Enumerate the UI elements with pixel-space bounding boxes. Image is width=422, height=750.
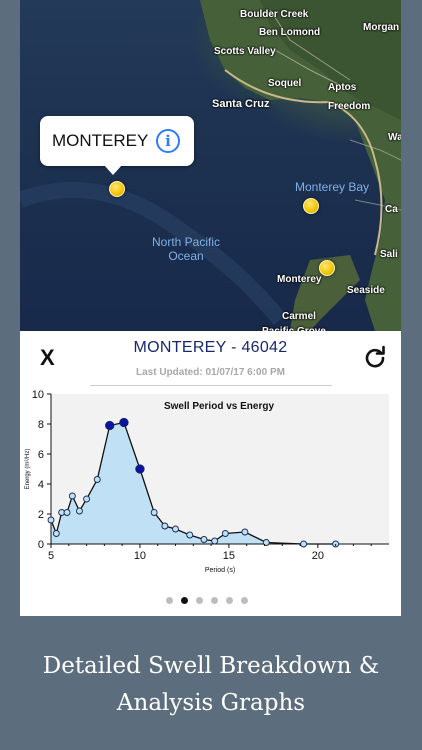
page-dot[interactable] bbox=[241, 597, 248, 604]
y-tick-label: 4 bbox=[38, 479, 44, 491]
map-place-label: Wa bbox=[388, 132, 401, 143]
ocean-label-line2: Ocean bbox=[168, 249, 204, 263]
y-axis-label: Energy (m²/Hz) bbox=[25, 449, 31, 490]
data-point bbox=[241, 528, 249, 536]
data-point bbox=[161, 522, 169, 530]
data-point bbox=[172, 525, 179, 533]
data-point bbox=[200, 536, 208, 543]
phone-screen: Boulder Creek Ben Lomond Morgan Scotts V… bbox=[20, 0, 401, 616]
map-place-label: Aptos bbox=[328, 82, 357, 93]
ocean-label-line1: North Pacific bbox=[152, 235, 221, 249]
data-point-highlight bbox=[105, 420, 115, 431]
x-tick-label: 10 bbox=[134, 550, 146, 562]
y-tick-label: 8 bbox=[38, 419, 44, 431]
y-tick-label: 0 bbox=[38, 539, 44, 551]
map-place-label: Freedom bbox=[328, 101, 371, 112]
refresh-icon[interactable] bbox=[363, 345, 387, 369]
bay-label: Monterey Bay bbox=[295, 180, 370, 194]
page-dot[interactable] bbox=[211, 597, 218, 604]
caption-line2: Analysis Graphs bbox=[116, 690, 306, 716]
page-dot[interactable] bbox=[226, 597, 233, 604]
marketing-caption: Detailed Swell Breakdown & Analysis Grap… bbox=[0, 648, 422, 722]
page-dot[interactable] bbox=[196, 597, 203, 604]
data-point bbox=[76, 507, 83, 515]
y-tick-label: 10 bbox=[32, 389, 44, 401]
swell-chart: 0 2 4 6 8 10 5 10 15 20 Swell Period vs Energy Peri… bbox=[25, 389, 389, 574]
map-place-label: Sali bbox=[380, 249, 398, 260]
map-view[interactable]: Boulder Creek Ben Lomond Morgan Scotts V… bbox=[20, 0, 401, 337]
data-point bbox=[150, 509, 158, 516]
x-axis-label: Period (s) bbox=[205, 567, 235, 574]
map-place-label: Carmel bbox=[282, 311, 316, 322]
buoy-pin-monterey[interactable] bbox=[109, 181, 125, 197]
x-tick-label: 5 bbox=[48, 550, 54, 562]
data-point bbox=[186, 531, 194, 539]
map-place-label: Morgan bbox=[363, 22, 400, 33]
map-place-label: Scotts Valley bbox=[214, 46, 276, 57]
data-point bbox=[211, 537, 219, 545]
caption-line1: Detailed Swell Breakdown & bbox=[42, 653, 380, 679]
data-point bbox=[221, 530, 229, 537]
y-tick-label: 6 bbox=[38, 449, 44, 461]
buoy-pin-bay[interactable] bbox=[303, 198, 319, 214]
data-point bbox=[83, 495, 91, 503]
page-dot[interactable] bbox=[181, 597, 188, 604]
page-dot[interactable] bbox=[166, 597, 173, 604]
data-point bbox=[47, 516, 55, 524]
map-place-label: Monterey bbox=[277, 274, 322, 285]
data-point-highlight bbox=[119, 417, 129, 428]
map-place-label: Ben Lomond bbox=[259, 27, 321, 38]
map-place-label: Santa Cruz bbox=[212, 98, 270, 110]
map-place-label: Boulder Creek bbox=[240, 9, 309, 20]
station-panel: X MONTEREY - 46042 Last Updated: 01/07/1… bbox=[20, 331, 401, 616]
page-indicator[interactable] bbox=[166, 591, 256, 609]
y-tick-label: 2 bbox=[38, 509, 44, 521]
callout-title: MONTEREY bbox=[52, 131, 149, 150]
x-tick-label: 20 bbox=[312, 550, 324, 562]
map-place-label: Soquel bbox=[268, 78, 302, 89]
x-tick-label: 15 bbox=[223, 550, 235, 562]
data-point bbox=[52, 530, 60, 537]
data-point bbox=[68, 492, 76, 500]
chart-title: Swell Period vs Energy bbox=[164, 401, 274, 412]
buoy-pin-coast[interactable] bbox=[319, 260, 335, 276]
map-place-label: Seaside bbox=[347, 285, 385, 296]
data-point bbox=[93, 476, 101, 483]
data-point-highlight bbox=[135, 464, 145, 474]
station-title: MONTEREY - 46042 bbox=[133, 339, 288, 356]
data-point bbox=[300, 540, 308, 548]
map-place-label: Ca bbox=[385, 204, 398, 215]
map-callout[interactable]: MONTEREY i bbox=[40, 116, 194, 175]
data-point bbox=[63, 509, 71, 516]
ocean-label: North Pacific Ocean bbox=[152, 235, 220, 263]
last-updated-text: Last Updated: 01/07/17 6:00 PM bbox=[136, 367, 285, 378]
info-icon[interactable]: i bbox=[156, 129, 180, 153]
divider bbox=[90, 385, 332, 386]
